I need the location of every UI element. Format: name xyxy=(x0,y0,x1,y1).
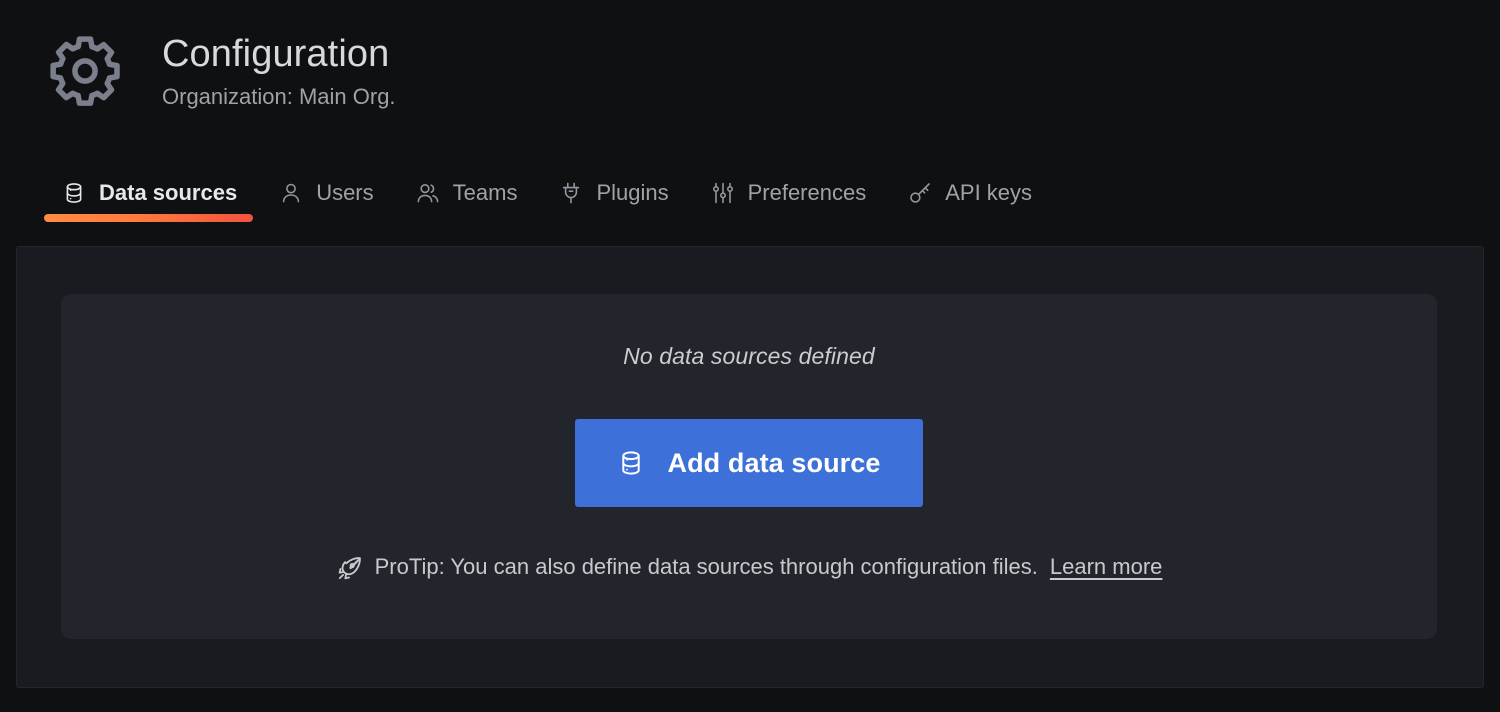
tab-label: Data sources xyxy=(99,180,238,205)
gear-icon xyxy=(46,32,124,110)
active-tab-indicator xyxy=(44,214,254,222)
page-header-text: Configuration Organization: Main Org. xyxy=(162,26,396,113)
rocket-icon xyxy=(336,555,363,582)
users-icon xyxy=(416,181,440,205)
empty-state-message: No data sources defined xyxy=(623,343,875,369)
page-title: Configuration xyxy=(162,33,390,75)
tab-label: Teams xyxy=(452,180,518,205)
page-header: Configuration Organization: Main Org. xyxy=(0,0,1500,160)
protip-text: ProTip: You can also define data sources… xyxy=(374,554,1038,579)
database-icon xyxy=(617,449,645,477)
tab-teams[interactable]: Teams xyxy=(398,180,542,222)
tab-bar: Data sources Users Teams Plugins Prefere… xyxy=(0,160,1500,222)
learn-more-link[interactable]: Learn more xyxy=(1050,552,1163,582)
key-icon xyxy=(908,181,932,205)
content-panel: No data sources defined Add data source xyxy=(16,246,1484,688)
tab-label: Plugins xyxy=(596,180,669,205)
tab-plugins[interactable]: Plugins xyxy=(541,180,692,222)
tab-label: API keys xyxy=(945,180,1033,205)
tab-preferences[interactable]: Preferences xyxy=(693,180,891,222)
tab-api-keys[interactable]: API keys xyxy=(890,180,1056,222)
tab-data-sources[interactable]: Data sources xyxy=(44,180,261,222)
user-icon xyxy=(279,181,303,205)
add-data-source-button[interactable]: Add data source xyxy=(575,419,923,507)
configuration-page: Configuration Organization: Main Org. Da… xyxy=(0,0,1500,712)
page-subtitle: Organization: Main Org. xyxy=(162,84,396,109)
protip: ProTip: You can also define data sources… xyxy=(336,552,1163,582)
plug-icon xyxy=(559,181,583,205)
tab-label: Users xyxy=(316,180,374,205)
empty-state-card: No data sources defined Add data source xyxy=(61,294,1437,639)
sliders-icon xyxy=(711,181,735,205)
tab-users[interactable]: Users xyxy=(261,180,397,222)
database-icon xyxy=(62,181,86,205)
add-data-source-label: Add data source xyxy=(667,448,881,478)
tab-label: Preferences xyxy=(747,180,867,205)
